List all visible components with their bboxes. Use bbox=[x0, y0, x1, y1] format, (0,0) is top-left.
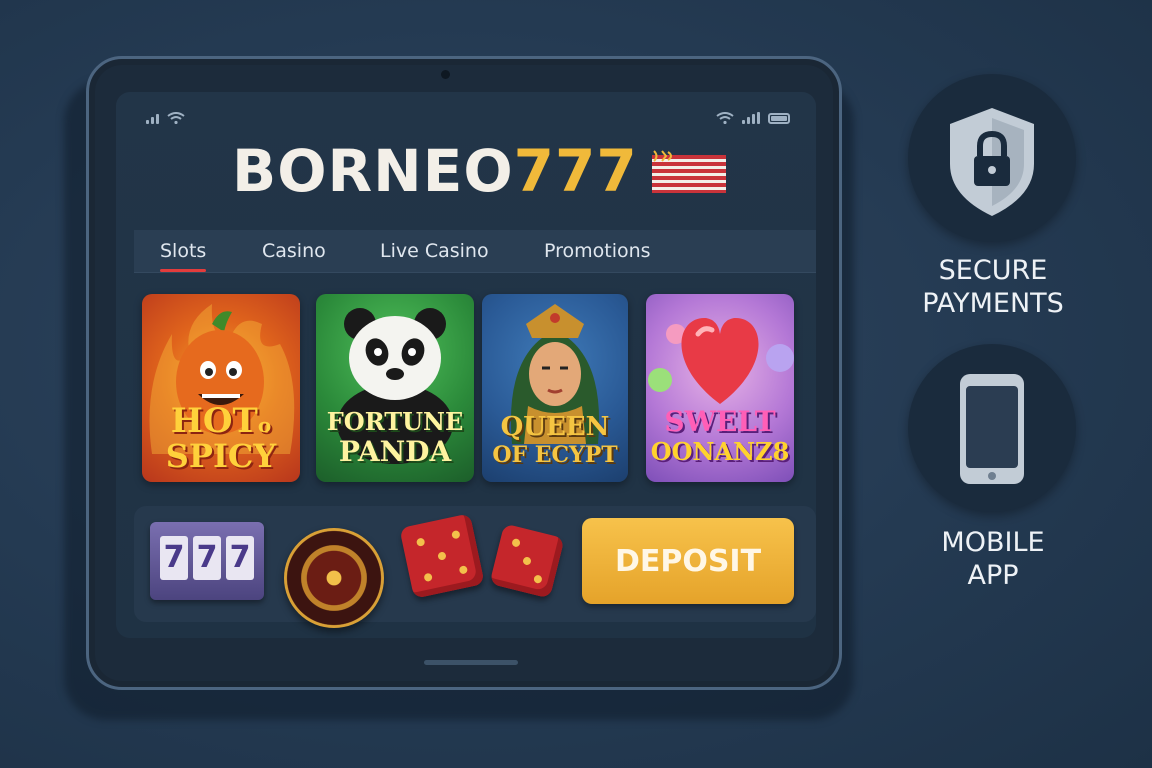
camera-dot bbox=[441, 70, 450, 79]
wifi-icon bbox=[716, 112, 734, 124]
reel-3: 7 bbox=[226, 536, 254, 580]
game-tile-fortune-panda[interactable]: FORTUNE PANDA bbox=[316, 294, 474, 482]
battery-icon bbox=[768, 113, 790, 124]
home-indicator bbox=[424, 660, 518, 665]
tab-slots[interactable]: Slots bbox=[160, 230, 207, 272]
secure-payments-line1: SECURE bbox=[938, 255, 1048, 286]
secure-payments-badge bbox=[908, 74, 1076, 242]
brand-name-part2: 777 bbox=[513, 137, 638, 205]
flag-canton-mark bbox=[652, 149, 676, 169]
signal-icon bbox=[742, 112, 760, 124]
game-title-line1: FORTUNE bbox=[326, 407, 464, 436]
wifi-icon bbox=[167, 112, 185, 124]
game-title-line1: QUEEN bbox=[500, 412, 610, 442]
mobile-app-label: MOBILE APP bbox=[893, 526, 1093, 592]
game-title-line2: SPICY bbox=[165, 437, 277, 475]
deposit-button[interactable]: DEPOSIT bbox=[582, 518, 794, 604]
brand-name-part1: BORNEO bbox=[232, 137, 514, 205]
shield-lock-icon bbox=[950, 108, 1034, 216]
mobile-app-line1: MOBILE bbox=[941, 527, 1045, 558]
secure-payments-line2: PAYMENTS bbox=[922, 288, 1064, 319]
game-tile-queen-of-egypt[interactable]: QUEEN OF ECYPT bbox=[482, 294, 628, 482]
brand-logo: BORNEO777 bbox=[232, 136, 638, 206]
slot-machine-icon[interactable]: 7 7 7 bbox=[150, 522, 264, 600]
game-title-line1: SWELT bbox=[664, 405, 776, 438]
category-tabs: Slots Casino Live Casino Promotions bbox=[134, 230, 816, 273]
game-title-line2: OONANZ8 bbox=[650, 437, 790, 466]
status-bar-right bbox=[716, 112, 790, 124]
reel-1: 7 bbox=[160, 536, 188, 580]
game-title-line2: PANDA bbox=[338, 435, 452, 468]
reel-2: 7 bbox=[193, 536, 221, 580]
status-bar-left bbox=[146, 112, 185, 124]
game-title-line1: HOTo bbox=[170, 401, 272, 441]
signal-icon bbox=[146, 112, 159, 124]
mobile-app-line2: APP bbox=[967, 560, 1019, 591]
dice-icon[interactable] bbox=[399, 513, 485, 599]
tab-promotions[interactable]: Promotions bbox=[544, 230, 651, 272]
roulette-wheel-icon[interactable] bbox=[284, 528, 384, 628]
game-tile-sweet-bonanza[interactable]: SWELT OONANZ8 bbox=[646, 294, 794, 482]
game-title-line2: OF ECYPT bbox=[492, 442, 618, 468]
mobile-app-badge bbox=[908, 344, 1076, 512]
secure-payments-label: SECURE PAYMENTS bbox=[893, 254, 1093, 320]
tab-live-casino[interactable]: Live Casino bbox=[380, 230, 489, 272]
flag-icon bbox=[652, 149, 726, 195]
smartphone-icon bbox=[960, 374, 1024, 484]
tablet-screen: BORNEO777 Slots Casino Live Casino Promo… bbox=[116, 92, 816, 638]
tab-casino[interactable]: Casino bbox=[262, 230, 326, 272]
game-tile-hot-spicy[interactable]: HOTo SPICY bbox=[142, 294, 300, 482]
